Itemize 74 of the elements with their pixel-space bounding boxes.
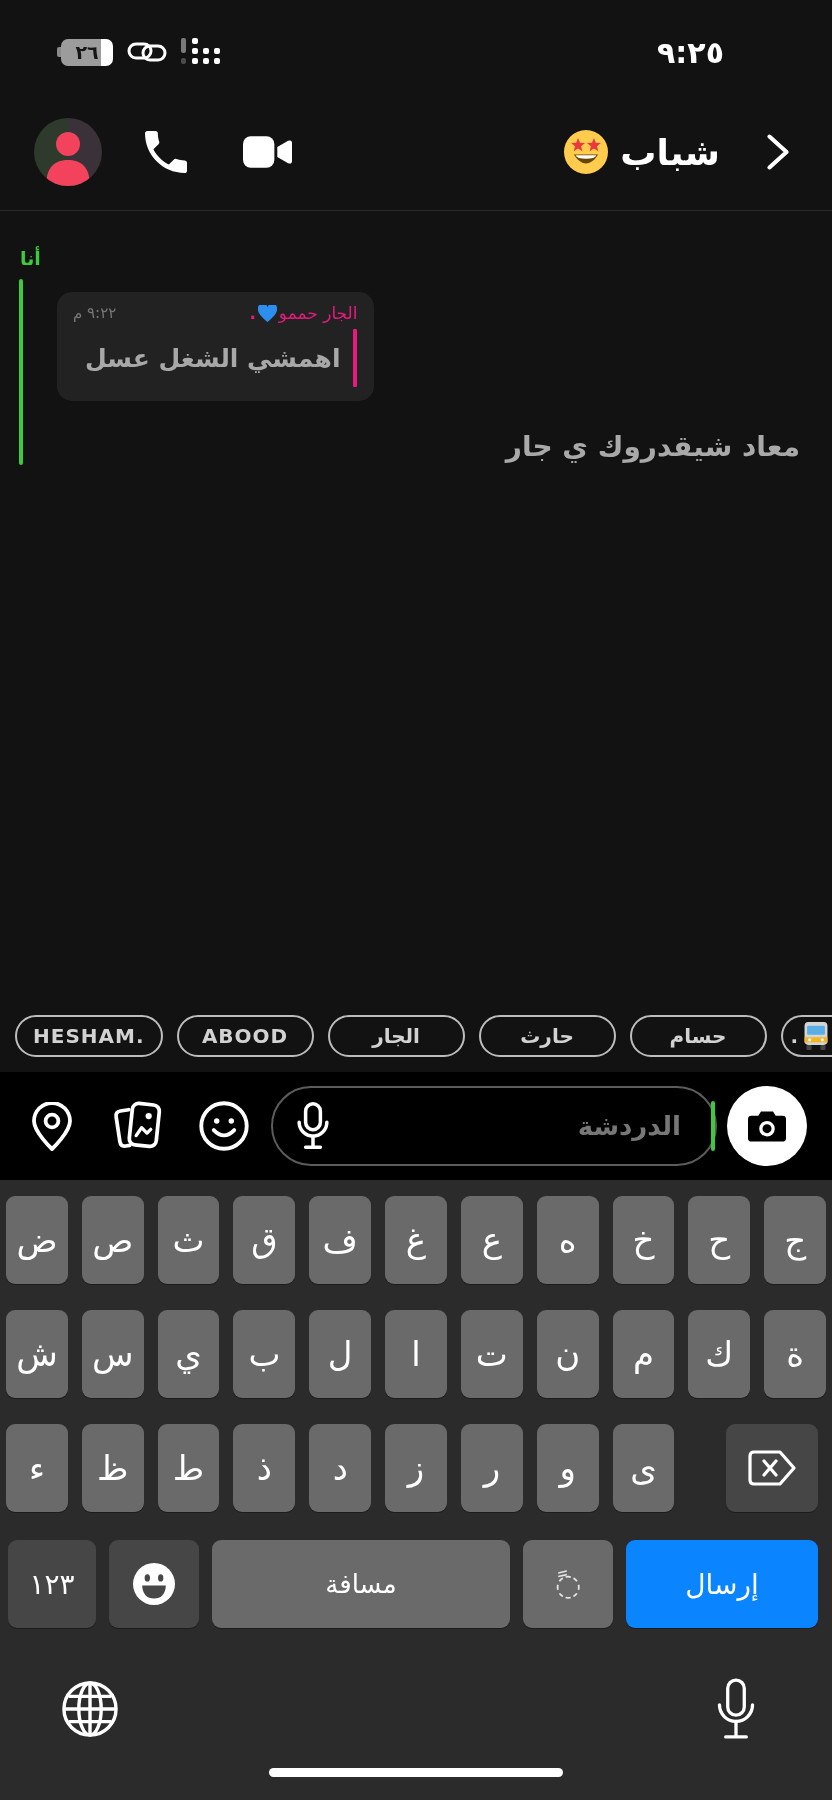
mention-chip[interactable]: حارث [478, 1015, 616, 1057]
quoted-message-text: اهمشي الشغل عسل [85, 343, 341, 373]
quoted-sender-name: الجار حممو [278, 303, 358, 323]
numbers-key[interactable]: ١٢٣ [8, 1540, 96, 1628]
text-cursor [711, 1101, 715, 1151]
globe-icon[interactable] [62, 1681, 118, 1737]
sender-label: أنا [20, 247, 41, 269]
mention-chip[interactable]: . [780, 1015, 832, 1057]
keyboard-key[interactable]: ج [764, 1196, 826, 1284]
space-key[interactable]: مسافة [212, 1540, 510, 1628]
keyboard-key[interactable]: ك [688, 1310, 751, 1398]
microphone-icon[interactable] [295, 1102, 331, 1150]
microphone-icon[interactable] [717, 1678, 755, 1740]
diacritic-key[interactable]: ◌ً [523, 1540, 613, 1628]
keyboard-key[interactable]: ظ [81, 1424, 144, 1512]
location-pin-icon[interactable] [32, 1101, 72, 1151]
mention-chip[interactable]: ABOOD [176, 1015, 314, 1057]
quoted-message-card[interactable]: ٩:٢٢ م . الجار حممو اهمشي الشغل عسل [57, 292, 375, 401]
backspace-icon [748, 1450, 796, 1486]
keyboard-key[interactable]: ي [157, 1310, 220, 1398]
signal-icon [181, 38, 221, 66]
avatar-icon[interactable] [34, 118, 102, 186]
bus-emoji-icon [803, 1022, 830, 1050]
keyboard-key[interactable]: غ [385, 1196, 447, 1284]
keyboard-key[interactable]: ز [385, 1424, 447, 1512]
keyboard-key[interactable]: ق [233, 1196, 296, 1284]
keyboard-key[interactable]: ة [764, 1310, 826, 1398]
heart-emoji-icon [257, 304, 277, 322]
keyboard-key[interactable]: ط [157, 1424, 220, 1512]
mention-chip[interactable]: حسام [629, 1015, 767, 1057]
backspace-key[interactable] [726, 1424, 818, 1512]
keyboard-key[interactable]: ذ [233, 1424, 296, 1512]
keyboard-key[interactable]: ء [6, 1424, 68, 1512]
keyboard-key[interactable]: ح [688, 1196, 751, 1284]
chevron-right-icon[interactable] [766, 133, 790, 171]
chat-input-field[interactable]: الدردشة [271, 1086, 717, 1166]
keyboard-key[interactable]: ص [81, 1196, 144, 1284]
star-eyes-emoji-icon [564, 130, 609, 174]
smiley-icon[interactable] [199, 1101, 249, 1151]
keyboard-key[interactable]: ث [157, 1196, 220, 1284]
send-key[interactable]: إرسال [626, 1540, 818, 1628]
phone-icon[interactable] [145, 131, 187, 173]
keyboard-key[interactable]: و [536, 1424, 599, 1512]
emoji-key[interactable] [109, 1540, 199, 1628]
keyboard-key[interactable]: ض [6, 1196, 68, 1284]
battery-indicator: ٢٦ [57, 38, 113, 66]
keyboard-key[interactable]: ه [536, 1196, 599, 1284]
mention-chip[interactable]: الجار [327, 1015, 465, 1057]
keyboard-key[interactable]: ى [612, 1424, 675, 1512]
keyboard-key[interactable]: ت [460, 1310, 523, 1398]
smiley-face-icon [133, 1563, 175, 1605]
keyboard-key[interactable]: س [81, 1310, 144, 1398]
keyboard-key[interactable]: د [309, 1424, 372, 1512]
keyboard-key[interactable]: ا [385, 1310, 447, 1398]
keyboard-key[interactable]: ش [6, 1310, 68, 1398]
quoted-time: ٩:٢٢ م [73, 304, 117, 322]
status-time: ٩:٢٥ [657, 34, 724, 70]
message-text: معاد شيقدروك ي جار [505, 429, 800, 465]
name-suffix: . [249, 303, 256, 323]
keyboard-key[interactable]: ع [460, 1196, 523, 1284]
photo-cards-icon[interactable] [112, 1101, 162, 1151]
keyboard-key[interactable]: ف [309, 1196, 372, 1284]
keyboard-key[interactable]: ل [309, 1310, 372, 1398]
chat-text-input[interactable]: الدردشة [331, 1096, 711, 1156]
keyboard-key[interactable]: خ [612, 1196, 675, 1284]
camera-icon [748, 1110, 786, 1142]
keyboard-key[interactable]: ب [233, 1310, 296, 1398]
chat-title: شباب [620, 131, 720, 173]
keyboard-key[interactable]: ر [460, 1424, 523, 1512]
keyboard-key[interactable]: ن [536, 1310, 599, 1398]
video-camera-icon[interactable] [243, 136, 292, 168]
mention-chip[interactable]: HESHAM. [15, 1015, 163, 1057]
keyboard-key[interactable]: م [612, 1310, 675, 1398]
link-icon [127, 41, 167, 63]
